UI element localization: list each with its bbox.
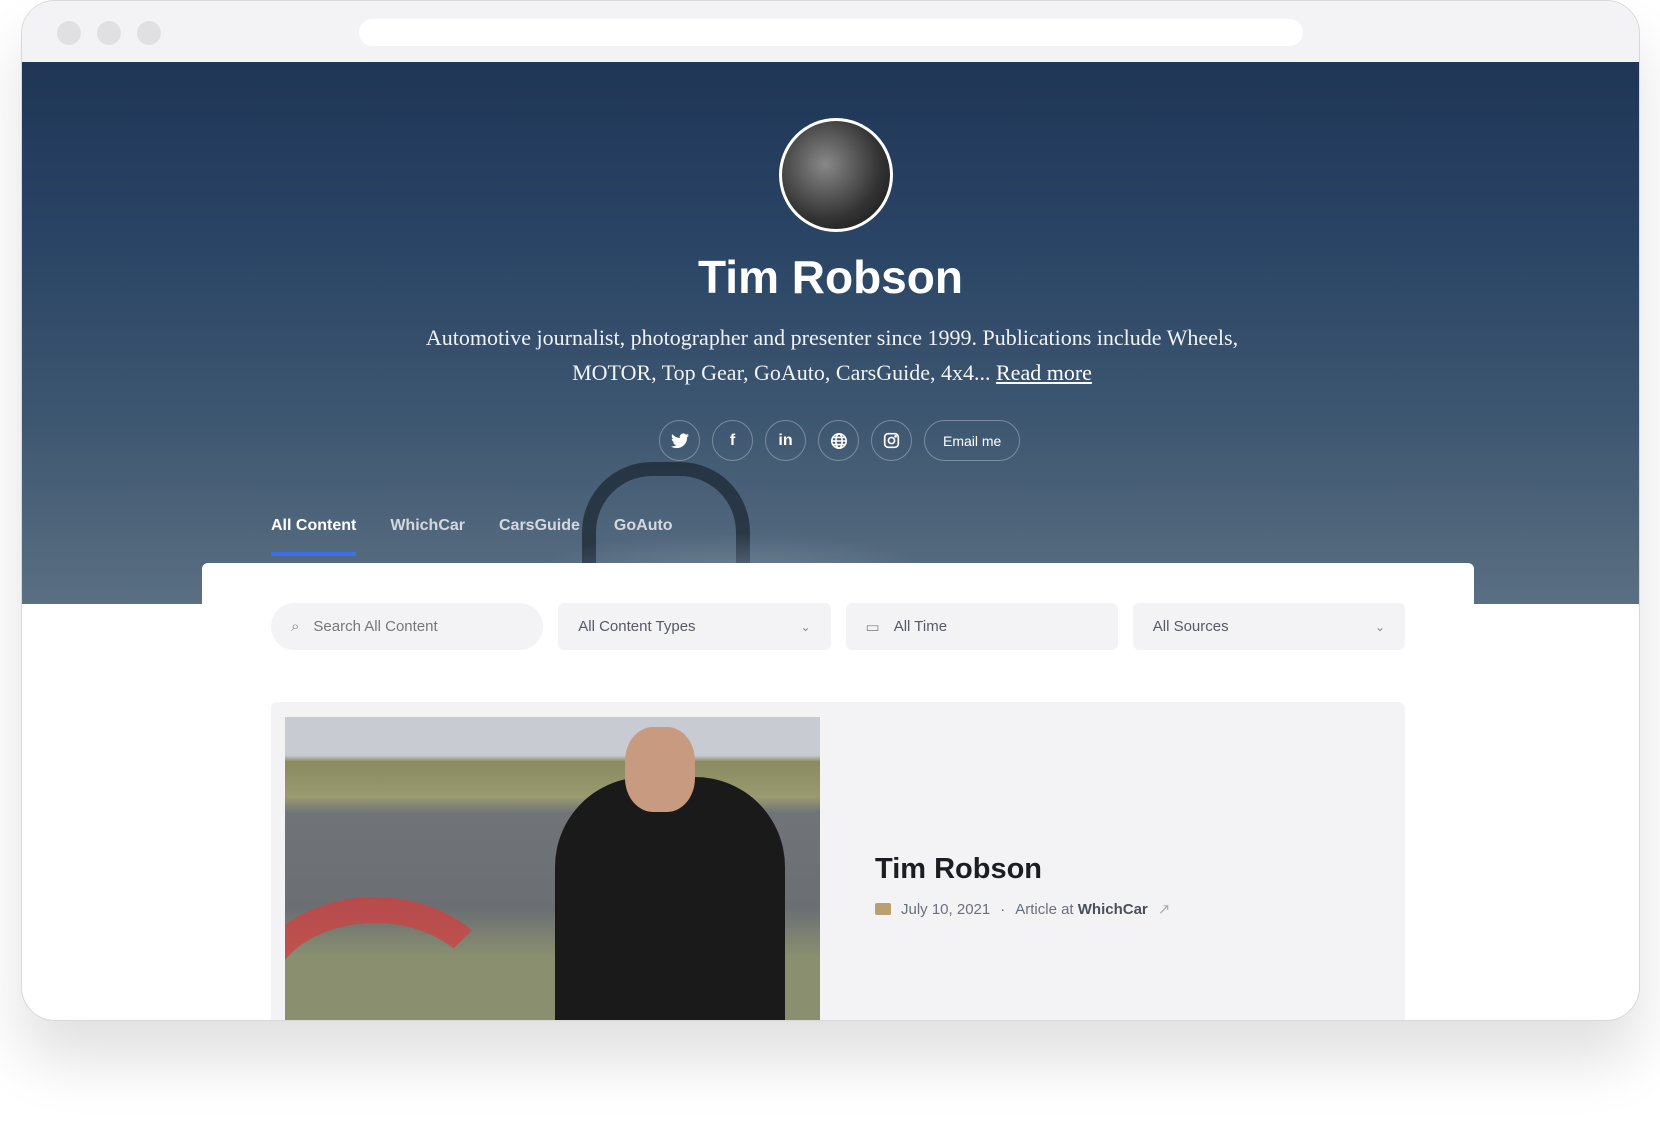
facebook-icon: f: [729, 431, 736, 449]
tab-whichcar[interactable]: WhichCar: [390, 517, 465, 556]
chevron-down-icon: ⌄: [1374, 619, 1385, 634]
profile-name: Tim Robson: [698, 251, 963, 303]
email-me-button[interactable]: Email me: [924, 420, 1021, 461]
article-source: WhichCar: [1077, 900, 1148, 918]
whichcar-logo-icon: [875, 903, 891, 915]
filter-bar: ⌕ Search All Content All Content Types ⌄ ▭…: [271, 603, 1405, 650]
article-image: [285, 717, 820, 1020]
tab-carsguide[interactable]: CarsGuide: [499, 517, 580, 556]
external-link-icon[interactable]: ↗: [1158, 900, 1171, 918]
calendar-icon: ▭: [865, 618, 880, 636]
search-icon: ⌕: [291, 618, 300, 635]
article-date: July 10, 2021: [901, 900, 991, 918]
linkedin-button[interactable]: in: [765, 420, 806, 461]
article-type-prefix: Article at: [1015, 900, 1074, 918]
title-bar: [22, 1, 1639, 62]
article-card[interactable]: Tim Robson July 10, 2021 · Article at Wh…: [271, 702, 1405, 1020]
separator-dot: ·: [1000, 900, 1006, 918]
twitter-icon: [670, 432, 689, 448]
instagram-icon: [883, 432, 900, 449]
close-dot[interactable]: [57, 21, 81, 45]
profile-bio: Automotive journalist, photographer and …: [402, 320, 1262, 390]
tab-goauto[interactable]: GoAuto: [614, 517, 673, 556]
social-links: f in Email me: [659, 420, 1021, 461]
facebook-button[interactable]: f: [712, 420, 753, 461]
minimize-dot[interactable]: [97, 21, 121, 45]
search-input[interactable]: ⌕ Search All Content: [271, 603, 544, 650]
maximize-dot[interactable]: [137, 21, 161, 45]
linkedin-icon: in: [778, 431, 793, 449]
time-value: All Time: [893, 618, 948, 635]
content-type-select[interactable]: All Content Types ⌄: [558, 603, 831, 650]
read-more-link[interactable]: Read more: [996, 360, 1092, 385]
profile-hero: Tim Robson Automotive journalist, photog…: [22, 62, 1639, 604]
website-button[interactable]: [818, 420, 859, 461]
twitter-button[interactable]: [659, 420, 700, 461]
content-panel: ⌕ Search All Content All Content Types ⌄ ▭…: [202, 563, 1474, 1020]
avatar: [779, 118, 893, 232]
article-title[interactable]: Tim Robson: [875, 853, 1042, 886]
content-type-value: All Content Types: [578, 618, 696, 635]
bio-text: Automotive journalist, photographer and …: [425, 325, 1239, 385]
source-tabs: All Content WhichCar CarsGuide GoAuto: [271, 517, 673, 556]
globe-icon: [830, 432, 847, 449]
article-meta: July 10, 2021 · Article at WhichCar ↗: [875, 900, 1170, 918]
time-range-select[interactable]: ▭ All Time: [845, 603, 1118, 650]
instagram-button[interactable]: [871, 420, 912, 461]
sources-select[interactable]: All Sources ⌄: [1132, 603, 1405, 650]
chevron-down-icon: ⌄: [800, 619, 811, 634]
browser-window: Tim Robson Automotive journalist, photog…: [21, 0, 1640, 1021]
article-type: Article at WhichCar: [1015, 901, 1148, 918]
search-placeholder: Search All Content: [313, 618, 438, 635]
sources-value: All Sources: [1152, 618, 1229, 635]
address-bar[interactable]: [359, 19, 1303, 46]
tab-all-content[interactable]: All Content: [271, 517, 357, 556]
